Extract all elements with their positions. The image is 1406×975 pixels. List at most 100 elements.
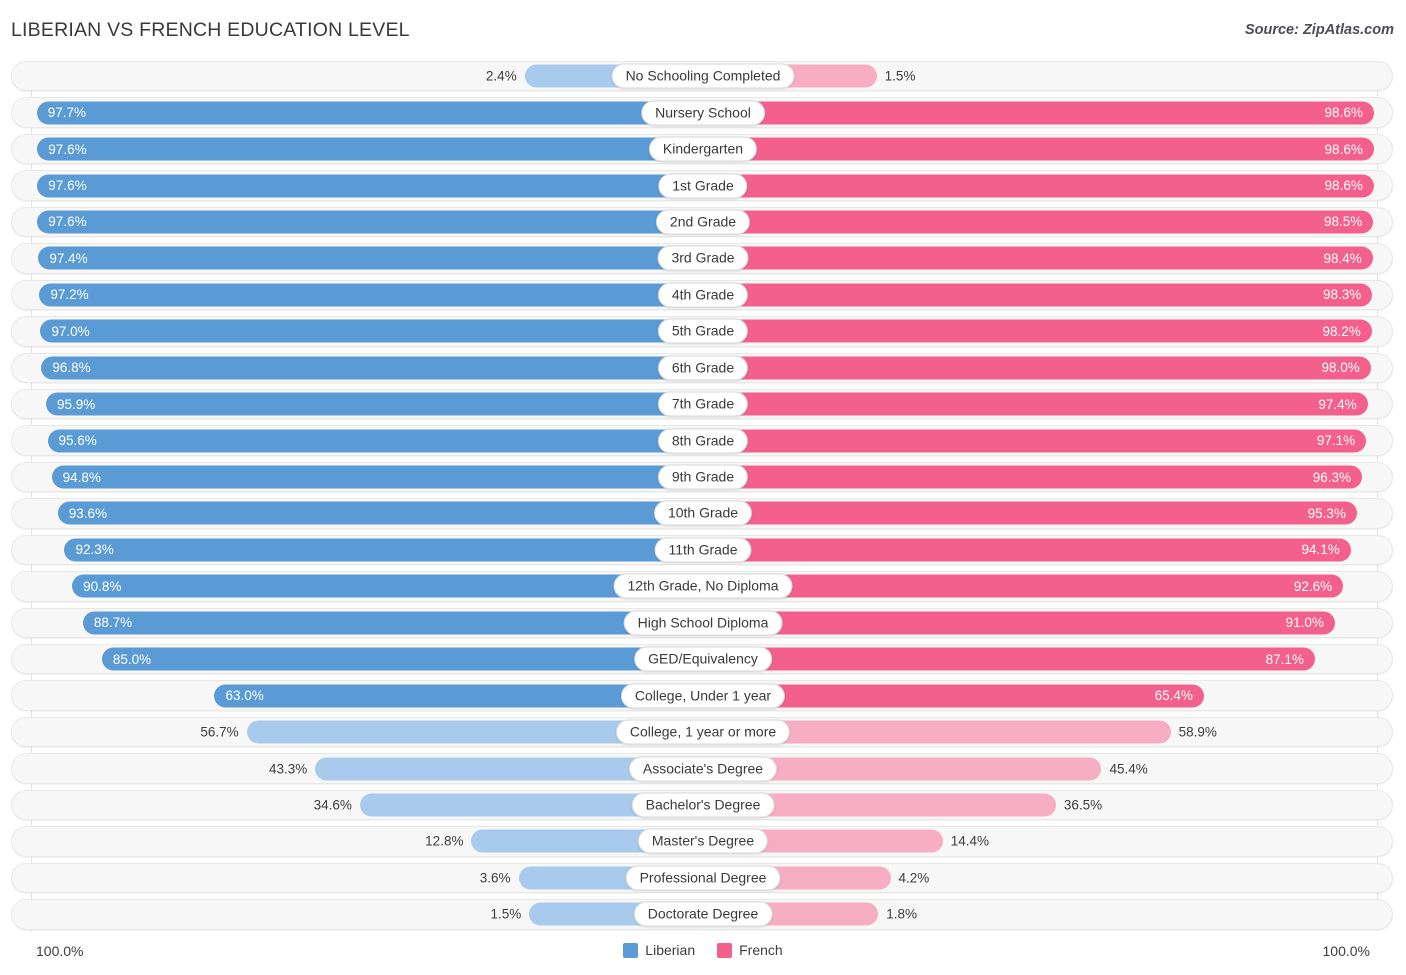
value-label-french: 36.5% (1063, 797, 1103, 813)
bar-liberian[interactable]: 97.6% (37, 174, 703, 198)
bar-liberian[interactable]: 90.8% (72, 574, 703, 598)
bar-liberian[interactable]: 96.8% (41, 356, 703, 380)
category-label[interactable]: High School Diploma (623, 610, 783, 636)
value-label-french: 4.2% (898, 870, 930, 886)
value-label-liberian: 97.6% (48, 178, 87, 194)
value-label-liberian: 1.5% (490, 906, 522, 922)
bar-french[interactable]: 98.5% (703, 210, 1374, 234)
category-label[interactable]: 1st Grade (658, 173, 748, 199)
value-label-french: 98.4% (1323, 250, 1362, 266)
chart-row: 94.8% 96.3% 9th Grade (0, 459, 1406, 495)
chart-footer: 100.0% 100.0% Liberian French (0, 936, 1406, 975)
bar-french[interactable]: 96.3% (703, 465, 1363, 489)
category-label[interactable]: 5th Grade (657, 318, 749, 344)
bar-french[interactable]: 97.1% (703, 429, 1367, 453)
value-label-french: 58.9% (1178, 724, 1217, 740)
bar-liberian[interactable]: 97.2% (39, 283, 703, 307)
category-label[interactable]: Master's Degree (637, 828, 769, 854)
category-label[interactable]: 2nd Grade (655, 209, 751, 235)
category-label[interactable]: Doctorate Degree (633, 901, 773, 927)
chart-row: 95.9% 97.4% 7th Grade (0, 386, 1406, 422)
value-label-french: 98.3% (1323, 287, 1362, 303)
value-label-french: 95.3% (1307, 505, 1346, 521)
bar-french[interactable]: 91.0% (703, 611, 1335, 635)
chart-row: 97.6% 98.5% 2nd Grade (0, 204, 1406, 240)
category-label[interactable]: 12th Grade, No Diploma (613, 573, 793, 599)
bar-french[interactable]: 98.0% (703, 356, 1371, 380)
value-label-host: 1.5% (0, 896, 529, 932)
category-label[interactable]: 11th Grade (654, 537, 752, 563)
chart-row: 93.6% 95.3% 10th Grade (0, 495, 1406, 531)
category-label[interactable]: 7th Grade (657, 391, 749, 417)
value-label-host: 14.4% (943, 823, 1406, 859)
legend-item[interactable]: Liberian (623, 942, 695, 958)
bar-liberian[interactable]: 97.6% (37, 137, 703, 161)
bar-french[interactable]: 87.1% (703, 647, 1315, 671)
value-label-host: 12.8% (0, 823, 471, 859)
value-label-french: 1.5% (884, 68, 916, 84)
category-label[interactable]: No Schooling Completed (611, 63, 795, 89)
value-label-french: 98.6% (1324, 105, 1363, 121)
bar-liberian[interactable]: 93.6% (57, 501, 703, 525)
value-label-french: 92.6% (1293, 578, 1333, 594)
category-label[interactable]: Kindergarten (648, 136, 758, 162)
bar-liberian[interactable]: 97.4% (38, 246, 703, 270)
value-label-liberian: 97.6% (48, 141, 87, 157)
category-label[interactable]: 3rd Grade (657, 245, 749, 271)
bar-french[interactable]: 98.6% (703, 101, 1374, 125)
chart-row: 97.7% 98.6% Nursery School (0, 94, 1406, 130)
category-label[interactable]: 4th Grade (657, 282, 749, 308)
value-label-liberian: 94.8% (62, 469, 101, 485)
category-label[interactable]: Associate's Degree (628, 756, 778, 782)
bar-liberian[interactable]: 97.0% (40, 319, 703, 343)
value-label-host: 58.9% (1171, 714, 1406, 750)
category-label[interactable]: 8th Grade (657, 428, 749, 454)
category-label[interactable]: 6th Grade (657, 355, 749, 381)
bar-french[interactable]: 98.6% (703, 137, 1374, 161)
category-label[interactable]: Professional Degree (625, 865, 781, 891)
bar-french[interactable]: 97.4% (703, 392, 1368, 416)
category-label[interactable]: 10th Grade (653, 500, 753, 526)
value-label-french: 1.8% (886, 906, 917, 922)
chart-row: 88.7% 91.0% High School Diploma (0, 605, 1406, 641)
bar-liberian[interactable]: 92.3% (64, 538, 703, 562)
value-label-french: 96.3% (1312, 469, 1352, 485)
category-label[interactable]: Bachelor's Degree (631, 792, 775, 818)
value-label-french: 87.1% (1265, 651, 1304, 667)
value-label-host: 34.6% (0, 787, 360, 823)
bar-liberian[interactable]: 95.9% (46, 392, 703, 416)
category-label[interactable]: College, 1 year or more (615, 719, 791, 745)
bar-french[interactable]: 98.2% (703, 319, 1372, 343)
bar-liberian[interactable]: 95.6% (47, 429, 703, 453)
value-label-french: 98.6% (1324, 178, 1363, 194)
category-label[interactable]: GED/Equivalency (634, 646, 772, 672)
category-label[interactable]: College, Under 1 year (620, 683, 786, 709)
bar-liberian[interactable]: 97.6% (37, 210, 703, 234)
bar-liberian[interactable]: 85.0% (101, 647, 703, 671)
bar-liberian[interactable]: 94.8% (51, 465, 703, 489)
value-label-host: 45.4% (1101, 750, 1406, 786)
chart-row: 3.6% 4.2% Professional Degree (0, 860, 1406, 896)
value-label-liberian: 97.4% (49, 250, 88, 266)
legend-swatch-icon (717, 942, 733, 958)
chart-header: LIBERIAN VS FRENCH EDUCATION LEVEL Sourc… (0, 0, 1406, 58)
value-label-french: 98.0% (1321, 360, 1360, 376)
category-label[interactable]: Nursery School (641, 100, 765, 126)
bar-french[interactable]: 98.3% (703, 283, 1373, 307)
legend-item[interactable]: French (717, 942, 783, 958)
bar-liberian[interactable]: 97.7% (36, 101, 703, 125)
bar-liberian[interactable]: 88.7% (82, 611, 703, 635)
bar-french[interactable]: 95.3% (703, 501, 1357, 525)
value-label-liberian: 93.6% (68, 505, 108, 521)
category-label[interactable]: 9th Grade (657, 464, 749, 490)
chart-row: 34.6% 36.5% Bachelor's Degree (0, 787, 1406, 823)
bar-french[interactable]: 98.6% (703, 174, 1374, 198)
chart-row: 92.3% 94.1% 11th Grade (0, 532, 1406, 568)
bar-french[interactable]: 98.4% (703, 246, 1373, 270)
value-label-french: 97.1% (1316, 433, 1356, 449)
bar-french[interactable]: 94.1% (703, 538, 1351, 562)
bar-french[interactable]: 92.6% (703, 574, 1344, 598)
chart-legend: Liberian French (0, 942, 1406, 958)
value-label-host: 36.5% (1056, 787, 1406, 823)
chart-row: 97.4% 98.4% 3rd Grade (0, 240, 1406, 276)
